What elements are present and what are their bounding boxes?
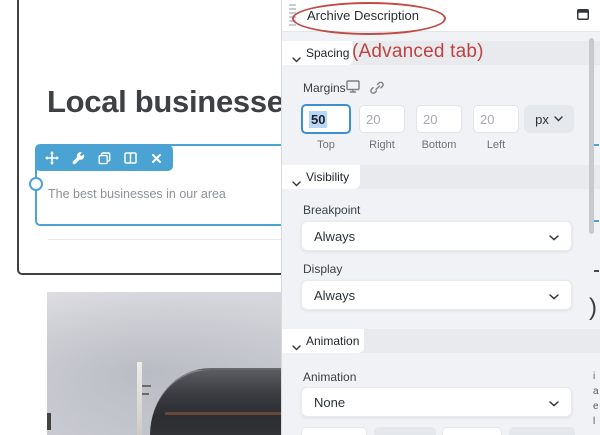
- page-builder-screen: Local businesses The best businesses in …: [0, 0, 600, 435]
- section-animation: Animation: [282, 329, 600, 353]
- breakpoint-value: Always: [314, 229, 355, 244]
- chevron-down-icon: [549, 229, 559, 244]
- responsive-toggle-icon[interactable]: [346, 80, 360, 98]
- unit-value: px: [535, 112, 549, 127]
- module-border-peek: [594, 144, 599, 146]
- cutoff-field[interactable]: [509, 427, 575, 435]
- edge-text-fragment: i: [593, 371, 595, 382]
- move-icon[interactable]: [43, 149, 61, 167]
- display-label: Display: [303, 262, 342, 276]
- display-value: Always: [314, 288, 355, 303]
- edge-text-fragment: ): [589, 294, 597, 322]
- chevron-down-icon[interactable]: [292, 174, 301, 192]
- section-spacing-label: Spacing: [306, 46, 349, 60]
- close-icon[interactable]: [147, 149, 165, 167]
- chevron-down-icon[interactable]: [292, 50, 301, 68]
- edge-text-fragment: a: [593, 386, 599, 397]
- section-visibility: Visibility: [282, 165, 600, 189]
- margin-top-label: Top: [301, 139, 351, 151]
- edge-text-fragment: l: [593, 416, 595, 427]
- chevron-down-icon[interactable]: [292, 338, 301, 356]
- margin-bottom-label: Bottom: [416, 139, 462, 151]
- margin-left-label: Left: [473, 139, 519, 151]
- breakpoint-label: Breakpoint: [303, 203, 360, 217]
- panel-scrollbar[interactable]: [589, 38, 594, 234]
- module-toolbar: [35, 145, 173, 171]
- wrench-icon[interactable]: [69, 149, 87, 167]
- duplicate-icon[interactable]: [95, 149, 113, 167]
- margin-right-input[interactable]: 20: [359, 105, 405, 133]
- margins-label: Margins: [303, 81, 346, 95]
- settings-panel: Archive Description Spacing Margins 50 2…: [281, 0, 600, 435]
- chevron-down-icon: [549, 395, 559, 410]
- pole-bracket: [142, 385, 151, 387]
- chevron-down-icon: [549, 288, 559, 303]
- annotation-ellipse: [292, 2, 446, 35]
- edge-text-fragment: e: [593, 401, 599, 412]
- row-border-peek: [594, 270, 599, 272]
- pole-bracket: [142, 393, 149, 395]
- margin-bottom-input[interactable]: 20: [416, 105, 462, 133]
- margin-right-label: Right: [359, 139, 405, 151]
- section-visibility-label: Visibility: [306, 170, 349, 184]
- module-border-peek: [594, 220, 599, 222]
- margin-left-input[interactable]: 20: [473, 105, 519, 133]
- cutoff-field[interactable]: [374, 427, 436, 435]
- module-edge-handle[interactable]: [29, 177, 43, 191]
- cutoff-field[interactable]: [301, 427, 367, 435]
- link-values-icon[interactable]: [370, 81, 384, 99]
- breakpoint-select[interactable]: Always: [301, 221, 572, 251]
- module-text[interactable]: The best businesses in our area: [48, 187, 226, 201]
- display-select[interactable]: Always: [301, 280, 572, 310]
- cutoff-field[interactable]: [442, 427, 502, 435]
- annotation-advanced-tab: (Advanced tab): [352, 41, 484, 63]
- unit-select[interactable]: px: [524, 105, 574, 133]
- animation-select[interactable]: None: [301, 387, 572, 417]
- margin-top-value: 50: [309, 111, 327, 128]
- photo-edge-object: [47, 413, 51, 430]
- dock-window-icon[interactable]: [577, 7, 589, 25]
- columns-icon[interactable]: [121, 149, 139, 167]
- margin-top-input[interactable]: 50: [301, 104, 351, 134]
- section-animation-label: Animation: [306, 334, 359, 348]
- utility-pole: [137, 362, 142, 435]
- animation-label: Animation: [303, 370, 356, 384]
- page-heading: Local businesses: [47, 84, 301, 120]
- animation-value: None: [314, 395, 345, 410]
